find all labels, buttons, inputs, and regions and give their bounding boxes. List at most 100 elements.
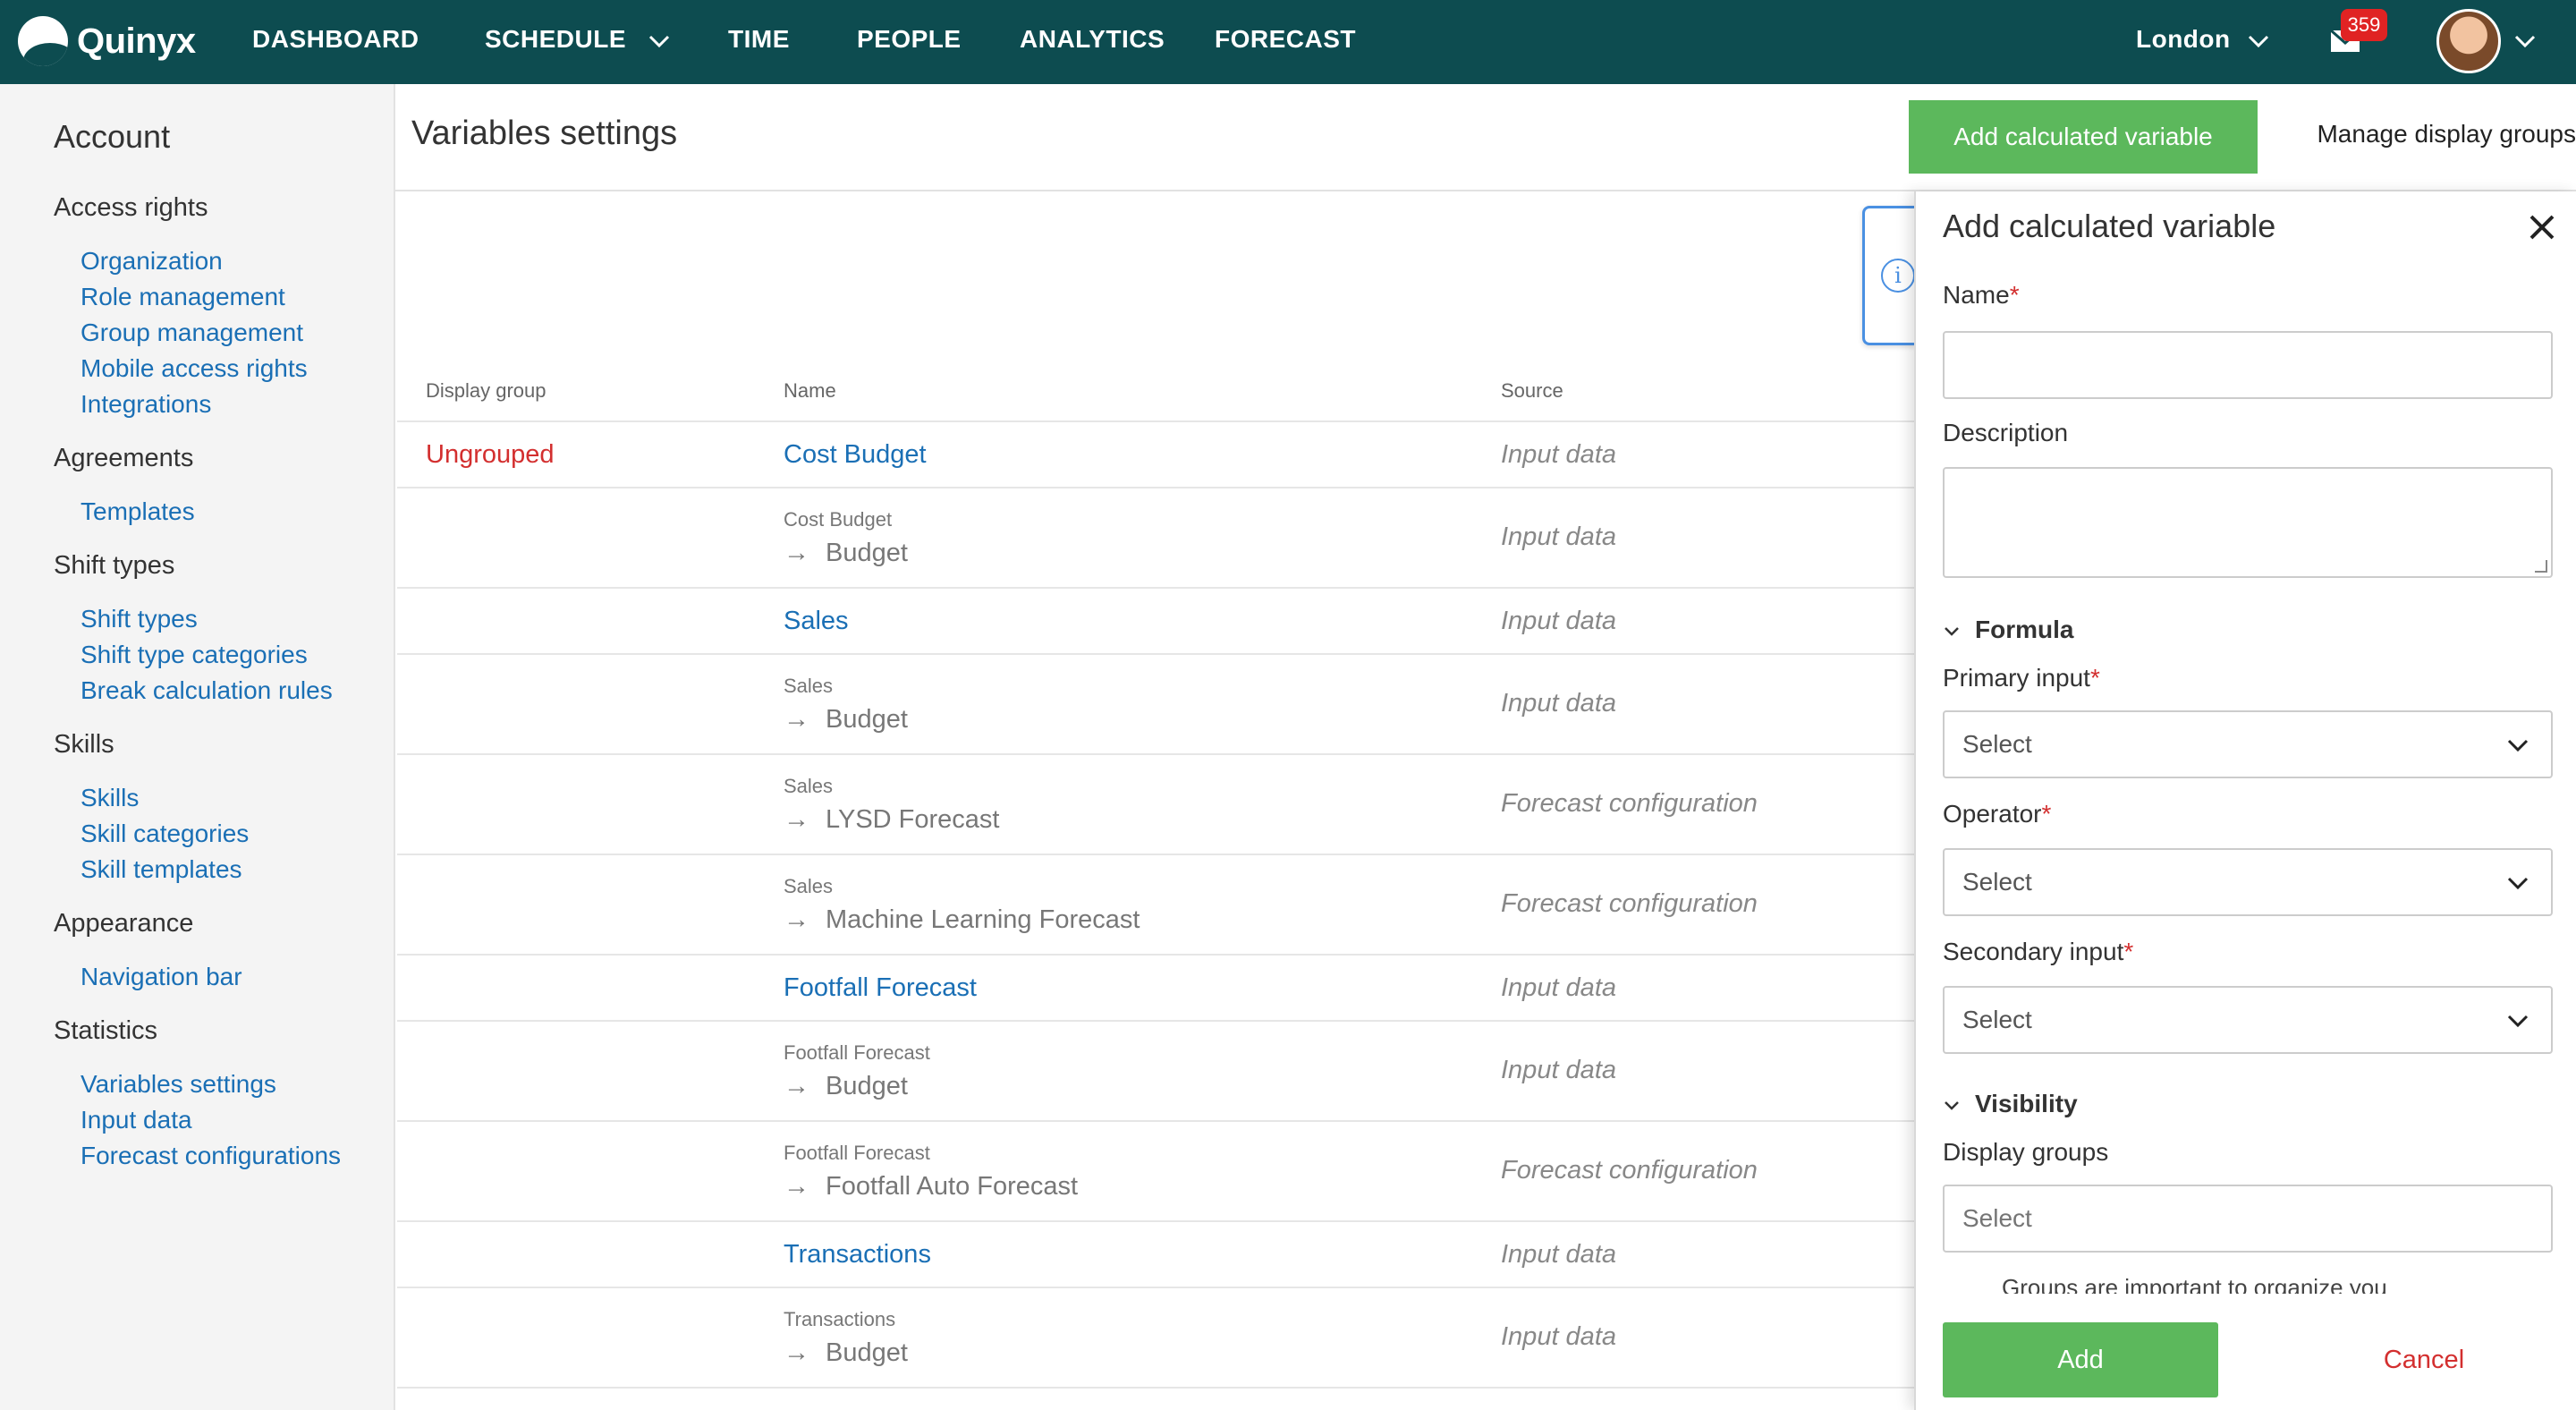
parent-variable-label: Sales (784, 775, 834, 797)
secondary-input-select[interactable]: Select (1943, 986, 2553, 1054)
page-title: Variables settings (411, 115, 678, 152)
sidebar-item-skill-templates[interactable]: Skill templates (80, 855, 242, 884)
user-avatar[interactable] (2436, 9, 2501, 73)
sidebar-item-skills[interactable]: Skills (80, 784, 139, 812)
formula-section-toggle[interactable]: Formula (1943, 616, 2073, 644)
secondary-input-label: Secondary input* (1943, 938, 2133, 966)
source-cell: Input data (1501, 522, 1616, 551)
source-cell: Input data (1501, 607, 1616, 635)
name-label: Name* (1943, 281, 2020, 310)
sidebar-item-integrations[interactable]: Integrations (80, 390, 211, 419)
operator-label-text: Operator (1943, 800, 2042, 828)
location-label: London (2136, 25, 2231, 53)
column-header-name[interactable]: Name (784, 379, 836, 403)
info-callout: i (1862, 206, 1916, 345)
secondary-input-label-text: Secondary input (1943, 938, 2124, 965)
variable-name-link[interactable]: Sales (784, 607, 849, 636)
sidebar-heading-appearance: Appearance (54, 909, 194, 938)
sidebar-item-skill-categories[interactable]: Skill categories (80, 820, 249, 848)
variable-name-link[interactable]: Cost Budget (784, 440, 927, 470)
nav-forecast[interactable]: FORECAST (1215, 25, 1356, 54)
table-row[interactable]: Transactions Input data (397, 1222, 1918, 1288)
source-cell: Input data (1501, 1056, 1616, 1084)
visibility-section-toggle[interactable]: Visibility (1943, 1090, 2078, 1118)
resize-handle-icon[interactable] (2535, 560, 2547, 573)
table-row[interactable]: Transactions → Budget Input data (397, 1288, 1918, 1389)
variable-name-link[interactable]: Transactions (784, 1240, 931, 1270)
nav-schedule[interactable]: SCHEDULE (485, 25, 673, 54)
parent-variable-label: Sales (784, 875, 834, 897)
child-variable-label: Budget (826, 1338, 908, 1367)
child-variable-name: → Footfall Auto Forecast (784, 1172, 1078, 1202)
quinyx-logo[interactable]: Quinyx (18, 16, 196, 66)
table-row[interactable]: Ungrouped Cost Budget Input data (397, 422, 1918, 488)
sidebar-item-group-management[interactable]: Group management (80, 319, 303, 347)
sidebar-item-templates[interactable]: Templates (80, 497, 195, 526)
child-variable-label: Budget (826, 539, 908, 567)
source-cell: Input data (1501, 689, 1616, 718)
sidebar-item-forecast-configurations[interactable]: Forecast configurations (80, 1142, 341, 1170)
panel-title: Add calculated variable (1943, 208, 2276, 244)
parent-variable-label: Footfall Forecast (784, 1142, 930, 1164)
child-variable-name: → Budget (784, 539, 908, 568)
sidebar-item-role-management[interactable]: Role management (80, 283, 285, 311)
primary-input-label-text: Primary input (1943, 664, 2090, 692)
source-cell: Input data (1501, 440, 1616, 469)
arrow-right-icon: → (784, 805, 809, 834)
info-icon: i (1881, 259, 1915, 293)
notification-badge: 359 (2341, 9, 2387, 41)
sidebar-item-shift-type-categories[interactable]: Shift type categories (80, 641, 308, 669)
chevron-down-icon (2507, 877, 2529, 890)
sidebar-item-shift-types[interactable]: Shift types (80, 605, 198, 633)
chevron-down-icon (2245, 25, 2272, 54)
parent-variable-label: Cost Budget (784, 508, 893, 531)
child-variable-name: → Machine Learning Forecast (784, 905, 1140, 935)
table-row[interactable]: Sales → Machine Learning Forecast Forecas… (397, 855, 1918, 956)
operator-select[interactable]: Select (1943, 848, 2553, 916)
column-header-display-group[interactable]: Display group (426, 379, 547, 403)
description-field[interactable] (1943, 467, 2553, 578)
secondary-input-value: Select (1962, 1006, 2032, 1033)
primary-input-label: Primary input* (1943, 664, 2100, 692)
name-field[interactable] (1943, 331, 2553, 399)
nav-time[interactable]: TIME (728, 25, 790, 54)
column-header-source[interactable]: Source (1501, 379, 1563, 403)
table-row[interactable]: Footfall Forecast → Budget Input data (397, 1022, 1918, 1122)
add-calculated-variable-panel: Add calculated variable Name* Descriptio… (1914, 191, 2576, 1410)
required-marker: * (2089, 664, 2100, 692)
close-icon[interactable] (2524, 209, 2560, 245)
cancel-button[interactable]: Cancel (2334, 1322, 2513, 1397)
variable-name-link[interactable]: Footfall Forecast (784, 973, 977, 1003)
display-groups-label: Display groups (1943, 1138, 2109, 1166)
sidebar-item-organization[interactable]: Organization (80, 247, 223, 276)
sidebar-item-variables-settings[interactable]: Variables settings (80, 1070, 276, 1099)
nav-analytics[interactable]: ANALYTICS (1020, 25, 1165, 54)
nav-people[interactable]: PEOPLE (857, 25, 962, 54)
arrow-right-icon: → (784, 1072, 809, 1100)
visibility-section-label: Visibility (1975, 1090, 2078, 1117)
table-row[interactable]: Sales Input data (397, 589, 1918, 655)
nav-dashboard[interactable]: DASHBOARD (252, 25, 419, 54)
table-row[interactable]: Cost Budget → Budget Input data (397, 488, 1918, 589)
operator-value: Select (1962, 868, 2032, 896)
manage-display-groups-button[interactable]: Manage display groups (2138, 120, 2576, 149)
operator-label: Operator* (1943, 800, 2051, 828)
location-selector[interactable]: London (2136, 25, 2272, 54)
add-button[interactable]: Add (1943, 1322, 2218, 1397)
display-groups-input[interactable] (1943, 1185, 2553, 1253)
sidebar-item-break-calculation-rules[interactable]: Break calculation rules (80, 676, 333, 705)
required-marker: * (2041, 800, 2052, 828)
chevron-down-icon[interactable] (2512, 32, 2538, 50)
table-row[interactable]: Footfall Forecast → Footfall Auto Forecas… (397, 1122, 1918, 1222)
sidebar-item-mobile-access-rights[interactable]: Mobile access rights (80, 354, 308, 383)
table-row[interactable]: Footfall Forecast Input data (397, 956, 1918, 1022)
table-row[interactable]: Sales → LYSD Forecast Forecast configurat… (397, 755, 1918, 855)
table-row[interactable]: Sales → Budget Input data (397, 655, 1918, 755)
primary-input-select[interactable]: Select (1943, 710, 2553, 778)
child-variable-label: Footfall Auto Forecast (826, 1172, 1079, 1201)
source-cell: Forecast configuration (1501, 1156, 1758, 1185)
account-sidebar: Account Access rights Organization Role … (0, 84, 395, 1410)
sidebar-item-input-data[interactable]: Input data (80, 1106, 192, 1134)
sidebar-item-navigation-bar[interactable]: Navigation bar (80, 963, 242, 991)
source-cell: Input data (1501, 1322, 1616, 1351)
